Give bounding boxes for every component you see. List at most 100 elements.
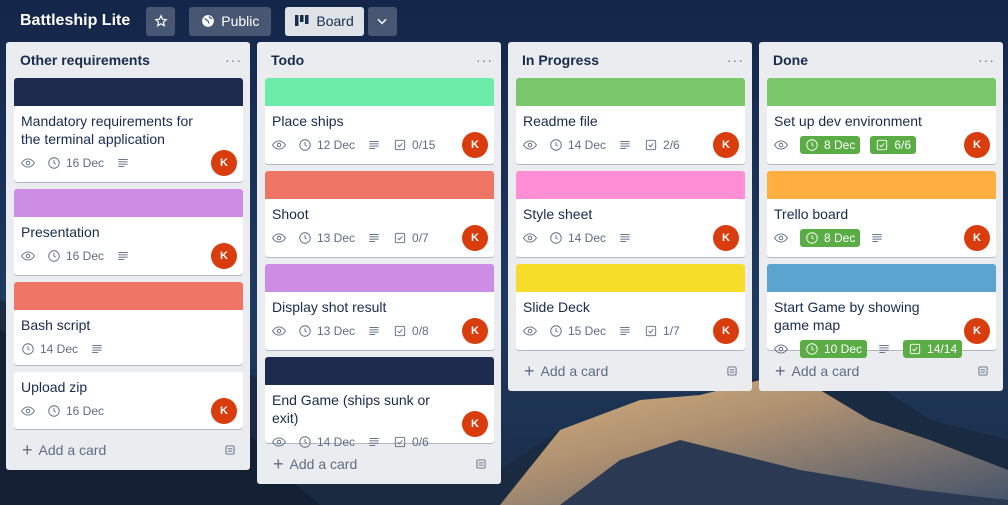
due-date-badge-complete[interactable]: 8 Dec bbox=[800, 229, 861, 247]
star-button[interactable] bbox=[146, 6, 176, 36]
add-card-button[interactable]: + Add a card bbox=[273, 455, 358, 473]
list-menu-button[interactable]: ··· bbox=[225, 52, 242, 68]
card-presentation[interactable]: Presentation 16 Dec K bbox=[14, 189, 243, 275]
due-date-badge[interactable]: 14 Dec bbox=[549, 138, 606, 152]
checklist-badge: 0/6 bbox=[393, 435, 429, 449]
add-card-label: Add a card bbox=[289, 456, 358, 472]
due-date-text: 13 Dec bbox=[317, 231, 356, 245]
board-view-button[interactable]: Board bbox=[285, 6, 364, 36]
card-cover bbox=[265, 78, 494, 106]
avatar[interactable]: K bbox=[462, 132, 488, 158]
due-date-text: 15 Dec bbox=[568, 324, 607, 338]
avatar[interactable]: K bbox=[713, 318, 739, 344]
card-start-game[interactable]: Start Game by showing game map 10 Dec 14… bbox=[767, 264, 996, 358]
description-icon bbox=[877, 342, 891, 356]
card-style-sheet[interactable]: Style sheet 14 Dec K bbox=[516, 171, 745, 257]
list-other-requirements: Other requirements ··· Mandatory require… bbox=[6, 42, 250, 470]
chevron-down-icon bbox=[377, 18, 387, 25]
card-template-icon[interactable] bbox=[976, 364, 990, 378]
avatar[interactable]: K bbox=[964, 132, 990, 158]
avatar[interactable]: K bbox=[462, 318, 488, 344]
card-cover bbox=[767, 171, 996, 199]
list-header: Done ··· bbox=[759, 42, 1003, 78]
add-card-button[interactable]: + Add a card bbox=[775, 362, 859, 380]
card-template-icon[interactable] bbox=[725, 364, 739, 378]
avatar[interactable]: K bbox=[713, 132, 739, 158]
avatar[interactable]: K bbox=[964, 225, 990, 251]
due-date-badge[interactable]: 13 Dec bbox=[298, 231, 355, 245]
plus-icon: + bbox=[22, 440, 33, 460]
card-trello-board[interactable]: Trello board 8 Dec K bbox=[767, 171, 996, 257]
due-date-badge[interactable]: 16 Dec bbox=[47, 156, 104, 170]
card-template-icon[interactable] bbox=[474, 457, 488, 471]
due-date-badge[interactable]: 15 Dec bbox=[549, 324, 606, 338]
card-end-game[interactable]: End Game (ships sunk or exit) 14 Dec 0/6… bbox=[265, 357, 494, 449]
checkbox-icon bbox=[645, 139, 657, 151]
due-date-badge[interactable]: 16 Dec bbox=[47, 249, 104, 263]
card-shoot[interactable]: Shoot 13 Dec 0/7 K bbox=[265, 171, 494, 257]
avatar[interactable]: K bbox=[462, 225, 488, 251]
card-template-icon[interactable] bbox=[223, 443, 237, 457]
view-switcher-button[interactable] bbox=[367, 6, 397, 36]
card-title: Trello board bbox=[774, 206, 849, 222]
card-upload-zip[interactable]: Upload zip 16 Dec K bbox=[14, 372, 243, 429]
checkbox-icon bbox=[394, 325, 406, 337]
board-title[interactable]: Battleship Lite bbox=[12, 6, 138, 36]
due-date-badge[interactable]: 16 Dec bbox=[47, 404, 104, 418]
avatar[interactable]: K bbox=[211, 398, 237, 424]
card-display-shot-result[interactable]: Display shot result 13 Dec 0/8 K bbox=[265, 264, 494, 350]
due-date-badge-complete[interactable]: 8 Dec bbox=[800, 136, 861, 154]
checklist-badge-complete: 14/14 bbox=[903, 340, 963, 358]
list-title[interactable]: In Progress bbox=[522, 52, 599, 68]
card-title: Mandatory requirements for the terminal … bbox=[21, 113, 193, 147]
card-place-ships[interactable]: Place ships 12 Dec 0/15 K bbox=[265, 78, 494, 164]
due-date-text: 8 Dec bbox=[824, 231, 856, 245]
list-title[interactable]: Other requirements bbox=[20, 52, 150, 68]
clock-icon bbox=[550, 325, 562, 337]
watch-icon bbox=[21, 404, 35, 418]
clock-icon bbox=[22, 343, 34, 355]
list-todo: Todo ··· Place ships 12 Dec 0/15 K Shoot… bbox=[257, 42, 501, 484]
card-mandatory-requirements[interactable]: Mandatory requirements for the terminal … bbox=[14, 78, 243, 182]
due-date-badge[interactable]: 14 Dec bbox=[298, 435, 355, 449]
visibility-button[interactable]: Public bbox=[189, 6, 272, 36]
due-date-text: 16 Dec bbox=[66, 404, 105, 418]
due-date-badge[interactable]: 13 Dec bbox=[298, 324, 355, 338]
card-cover bbox=[14, 189, 243, 217]
card-bash-script[interactable]: Bash script 14 Dec bbox=[14, 282, 243, 365]
list-menu-button[interactable]: ··· bbox=[727, 52, 744, 68]
checklist-count: 2/6 bbox=[663, 138, 680, 152]
due-date-badge[interactable]: 14 Dec bbox=[21, 342, 78, 356]
globe-icon bbox=[202, 15, 215, 27]
list-title[interactable]: Todo bbox=[271, 52, 304, 68]
list-menu-button[interactable]: ··· bbox=[476, 52, 493, 68]
card-set-up-dev-environment[interactable]: Set up dev environment 8 Dec 6/6 K bbox=[767, 78, 996, 164]
due-date-text: 14 Dec bbox=[568, 231, 607, 245]
card-badges: 13 Dec 0/7 bbox=[265, 223, 494, 249]
add-card-button[interactable]: + Add a card bbox=[22, 440, 106, 460]
card-title: Place ships bbox=[272, 113, 344, 129]
list-title[interactable]: Done bbox=[773, 52, 808, 68]
watch-icon bbox=[774, 342, 788, 356]
description-icon bbox=[870, 231, 884, 245]
due-date-badge[interactable]: 12 Dec bbox=[298, 138, 355, 152]
card-slide-deck[interactable]: Slide Deck 15 Dec 1/7 K bbox=[516, 264, 745, 350]
card-title: Style sheet bbox=[523, 206, 593, 222]
list-menu-button[interactable]: ··· bbox=[978, 52, 995, 68]
checkbox-icon bbox=[394, 436, 406, 448]
checkbox-icon bbox=[645, 325, 657, 337]
description-icon bbox=[367, 324, 381, 338]
card-title: Bash script bbox=[21, 317, 91, 333]
avatar[interactable]: K bbox=[211, 150, 237, 176]
due-date-badge[interactable]: 14 Dec bbox=[549, 231, 606, 245]
card-badges: 13 Dec 0/8 bbox=[265, 316, 494, 342]
card-title: Slide Deck bbox=[523, 299, 590, 315]
card-readme-file[interactable]: Readme file 14 Dec 2/6 K bbox=[516, 78, 745, 164]
list-header: In Progress ··· bbox=[508, 42, 752, 78]
avatar[interactable]: K bbox=[713, 225, 739, 251]
due-date-badge-complete[interactable]: 10 Dec bbox=[800, 340, 868, 358]
avatar[interactable]: K bbox=[462, 411, 488, 437]
add-card-button[interactable]: + Add a card bbox=[524, 362, 608, 380]
avatar[interactable]: K bbox=[964, 318, 990, 344]
avatar[interactable]: K bbox=[211, 243, 237, 269]
